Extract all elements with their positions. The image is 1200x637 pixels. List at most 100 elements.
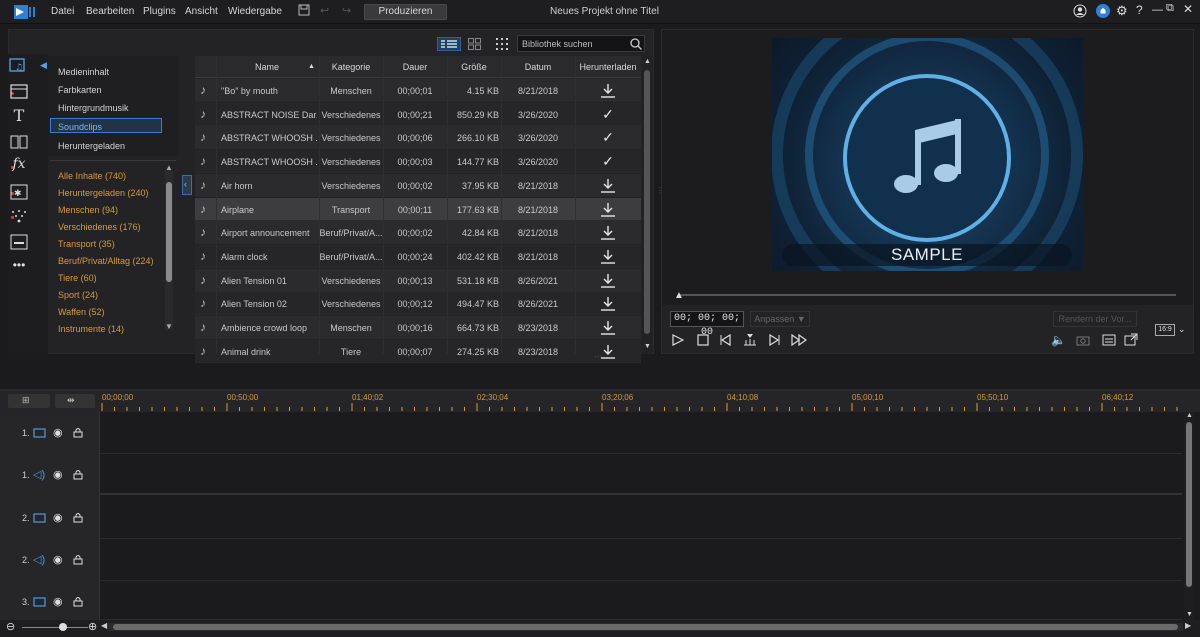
menu-datei[interactable]: Datei [51, 6, 74, 17]
lock-icon[interactable] [73, 427, 83, 438]
scroll-down-icon[interactable]: ▼ [644, 343, 651, 350]
title-room-icon[interactable]: T [9, 106, 29, 125]
subcategory-item[interactable]: Transport (35) [58, 239, 115, 249]
menu-ansicht[interactable]: Ansicht [185, 6, 218, 17]
undock-preview-icon[interactable] [1124, 333, 1138, 346]
lock-icon[interactable] [73, 554, 83, 565]
effect-room-icon[interactable]: fx [9, 156, 29, 174]
clip-room-icon[interactable] [9, 83, 29, 101]
download-icon[interactable] [575, 201, 641, 217]
previous-frame-icon[interactable] [720, 334, 732, 346]
scroll-up-icon[interactable]: ▲ [1186, 412, 1193, 419]
subcategory-item[interactable]: Beruf/Privat/Alltag (224) [58, 256, 154, 266]
help-icon[interactable]: ? [1136, 3, 1143, 17]
subcategory-item[interactable]: Heruntergeladen (240) [58, 188, 149, 198]
column-groesse[interactable]: Größe [447, 62, 501, 72]
snapshot-icon[interactable] [1076, 334, 1090, 346]
media-room-icon[interactable]: ♫ [9, 58, 29, 76]
visibility-eye-icon[interactable]: ◉ [53, 553, 63, 566]
download-icon[interactable] [575, 272, 641, 288]
account-icon[interactable] [1073, 4, 1087, 18]
pip-room-icon[interactable]: ✱ [9, 183, 29, 201]
collapse-panel-button[interactable]: ‹ [182, 175, 192, 195]
settings-icon[interactable]: ⚙ [1116, 3, 1128, 19]
menu-plugins[interactable]: Plugins [143, 6, 176, 17]
subcategory-item[interactable]: Waffen (52) [58, 307, 105, 317]
column-dauer[interactable]: Dauer [383, 62, 447, 72]
resize-handle-icon[interactable]: ⋯ [594, 352, 602, 361]
restore-icon[interactable]: ⧉ [1166, 2, 1174, 15]
render-preview-button[interactable]: Rendern der Vor... [1053, 311, 1137, 327]
column-kategorie[interactable]: Kategorie [319, 62, 383, 72]
timecode-display[interactable]: 00; 00; 00; 00 [670, 311, 744, 338]
transition-room-icon[interactable] [9, 133, 29, 151]
lock-icon[interactable] [73, 512, 83, 523]
category-hintergrundmusik[interactable]: Hintergrundmusik [58, 103, 129, 113]
more-rooms-icon[interactable]: ••• [9, 258, 29, 276]
audio-track-1[interactable] [99, 454, 1182, 495]
zoom-out-icon[interactable]: ⊖ [6, 620, 15, 633]
zoom-in-icon[interactable]: ⊕ [88, 620, 97, 633]
scroll-down-icon[interactable]: ▼ [165, 322, 173, 331]
timeline-horizontal-scrollbar[interactable] [108, 623, 1183, 631]
video-track-2[interactable] [99, 497, 1182, 539]
subtitle-room-icon[interactable] [9, 233, 29, 251]
subcategory-item[interactable]: Menschen (94) [58, 205, 118, 215]
scroll-down-icon[interactable]: ▼ [1186, 611, 1193, 618]
subcategory-item[interactable]: Instrumente (14) [58, 324, 124, 334]
category-medieninhalt[interactable]: Medieninhalt [58, 67, 109, 77]
download-icon[interactable] [575, 319, 641, 335]
category-soundclips[interactable]: Soundclips [58, 122, 102, 132]
save-icon[interactable] [298, 4, 310, 16]
scroll-right-icon[interactable]: ▶ [1185, 621, 1191, 630]
particle-room-icon[interactable] [9, 208, 29, 226]
scroll-left-icon[interactable]: ◀ [101, 621, 107, 630]
column-name[interactable]: Name [219, 62, 315, 72]
library-search-input[interactable]: Bibliothek suchen [517, 35, 645, 52]
category-scrollbar[interactable] [165, 170, 173, 330]
zoom-slider[interactable] [22, 627, 88, 628]
volume-icon[interactable]: 🔈 [1051, 333, 1066, 347]
visibility-eye-icon[interactable]: ◉ [53, 426, 63, 439]
minimize-icon[interactable]: — [1152, 4, 1163, 16]
grid-view-icon[interactable] [468, 38, 481, 50]
subtitle-toggle-icon[interactable] [1102, 334, 1116, 346]
aspect-ratio-selector[interactable]: 16:9 [1155, 324, 1175, 336]
stop-icon[interactable] [697, 334, 709, 346]
undo-icon[interactable]: ↩ [320, 4, 329, 17]
column-herunterladen[interactable]: Herunterladen [575, 62, 641, 72]
category-farbkarten[interactable]: Farbkarten [58, 85, 102, 95]
next-frame-icon[interactable] [768, 334, 780, 346]
visibility-eye-icon[interactable]: ◉ [53, 595, 63, 608]
lock-icon[interactable] [73, 596, 83, 607]
chevron-down-icon[interactable]: ⌄ [1178, 324, 1186, 335]
fit-dropdown[interactable]: Anpassen ▼ [750, 311, 810, 327]
lock-icon[interactable] [73, 469, 83, 480]
produce-button[interactable]: Produzieren [364, 4, 447, 20]
scroll-up-icon[interactable]: ▲ [644, 58, 651, 65]
visibility-eye-icon[interactable]: ◉ [53, 468, 63, 481]
download-icon[interactable] [575, 343, 641, 359]
table-scrollbar[interactable] [642, 56, 652, 354]
timeline-vertical-scrollbar[interactable] [1184, 412, 1194, 620]
fit-timeline-button[interactable]: ⇹ [55, 394, 95, 408]
category-heruntergeladen[interactable]: Heruntergeladen [58, 141, 125, 151]
subcategory-item[interactable]: Verschiedenes (176) [58, 222, 141, 232]
play-icon[interactable] [672, 334, 684, 346]
subcategory-item[interactable]: Tiere (60) [58, 273, 97, 283]
download-icon[interactable] [575, 82, 641, 98]
search-icon[interactable] [630, 38, 642, 50]
menu-bearbeiten[interactable]: Bearbeiten [86, 6, 134, 17]
download-icon[interactable] [575, 224, 641, 240]
close-icon[interactable]: ✕ [1183, 2, 1193, 16]
menu-wiedergabe[interactable]: Wiedergabe [228, 6, 282, 17]
filter-icon[interactable] [496, 38, 508, 50]
scroll-up-icon[interactable]: ▲ [165, 163, 173, 172]
subcategory-item[interactable]: Alle Inhalte (740) [58, 171, 126, 181]
list-view-icon[interactable] [437, 37, 461, 51]
zoom-slider-handle[interactable] [59, 623, 67, 631]
video-track-1[interactable] [99, 412, 1182, 454]
fast-forward-icon[interactable] [791, 334, 807, 346]
split-marker-icon[interactable] [743, 334, 757, 346]
download-icon[interactable] [575, 177, 641, 193]
